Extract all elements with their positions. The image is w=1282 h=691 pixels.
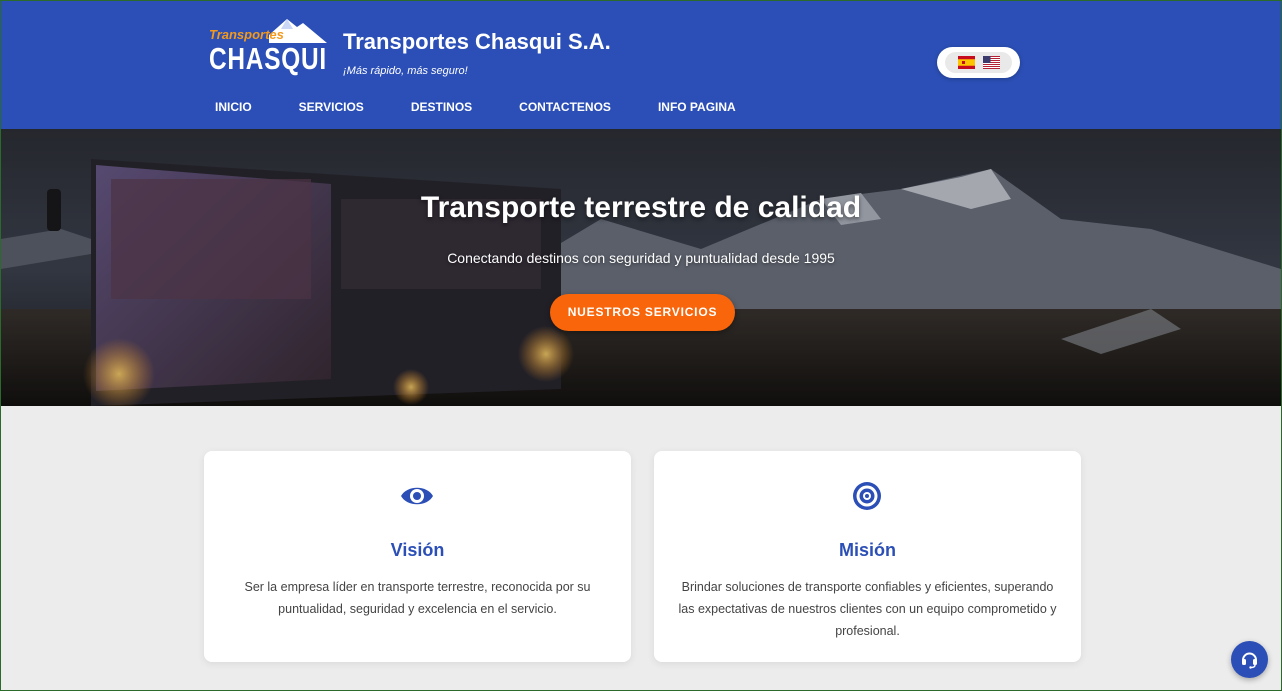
- mountain-logo-icon: Transportes CHASQUI: [209, 19, 327, 76]
- headset-icon: [1242, 652, 1257, 669]
- company-tagline: ¡Más rápido, más seguro!: [343, 65, 468, 77]
- svg-text:Transportes: Transportes: [209, 27, 284, 42]
- nav-item-info-pagina[interactable]: INFO PAGINA: [658, 100, 736, 114]
- support-chat-button[interactable]: [1231, 641, 1268, 678]
- spain-flag-icon[interactable]: [958, 56, 975, 69]
- vision-title: Visión: [390, 540, 445, 560]
- company-logo[interactable]: Transportes CHASQUI: [207, 15, 331, 77]
- target-icon: [853, 482, 881, 510]
- eye-icon: [401, 487, 433, 505]
- site-header: Transportes CHASQUI Transportes Chasqui …: [1, 1, 1281, 129]
- services-button[interactable]: NUESTROS SERVICIOS: [550, 294, 735, 331]
- svg-text:CHASQUI: CHASQUI: [209, 41, 327, 76]
- nav-item-destinos[interactable]: DESTINOS: [411, 100, 472, 114]
- language-switcher-track: [945, 52, 1012, 73]
- mission-title: Misión: [839, 540, 896, 560]
- language-switcher: [937, 47, 1020, 78]
- nav-item-contactenos[interactable]: CONTACTENOS: [519, 100, 611, 114]
- hero-banner: Transporte terrestre de calidad Conectan…: [1, 129, 1281, 406]
- hero-subtitle: Conectando destinos con seguridad y punt…: [447, 250, 835, 266]
- vision-text: Ser la empresa líder en transporte terre…: [244, 580, 591, 616]
- mission-text: Brindar soluciones de transporte confiab…: [678, 580, 1057, 638]
- nav-item-inicio[interactable]: INICIO: [215, 100, 252, 114]
- company-name: Transportes Chasqui S.A.: [343, 29, 611, 54]
- usa-flag-icon[interactable]: [983, 56, 1000, 69]
- hero-background-image: [1, 129, 1281, 406]
- vision-card: Visión Ser la empresa líder en transport…: [204, 451, 631, 662]
- hero-title: Transporte terrestre de calidad: [420, 191, 862, 224]
- nav-item-servicios[interactable]: SERVICIOS: [299, 100, 364, 114]
- mission-card: Misión Brindar soluciones de transporte …: [654, 451, 1081, 662]
- main-nav: INICIO SERVICIOS DESTINOS CONTACTENOS IN…: [215, 100, 736, 114]
